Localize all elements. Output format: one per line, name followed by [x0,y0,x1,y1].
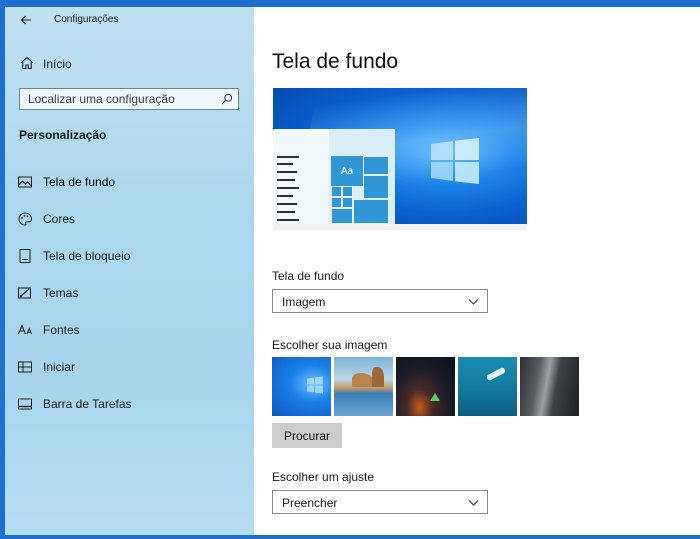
preview-tile [353,199,389,224]
swimmer-shape [485,366,507,382]
back-button[interactable] [17,11,35,29]
preview-tile [342,197,353,208]
preview-list-line [277,179,295,181]
themes-icon [18,287,31,299]
preview-start-list [273,129,329,230]
title-bar: Configurações [5,7,254,33]
preview-list-line [277,219,299,221]
main-content: Tela de fundo Aa Tela de fundo Imagem Es… [254,7,700,535]
thumbnail-beach-rocks[interactable] [334,357,393,416]
home-label: Início [43,57,72,71]
fit-label: Escolher um ajuste [272,470,375,484]
picture-icon [18,176,32,188]
search-box [19,88,239,110]
preview-list-line [277,171,297,173]
sidebar-item-label: Cores [43,212,76,226]
app-title: Configurações [54,14,119,25]
sidebar-item-label: Temas [43,286,79,300]
palette-icon [18,212,33,226]
choose-image-label: Escolher sua imagem [272,338,388,352]
preview-list-line [277,195,293,197]
preview-tile [331,208,353,224]
fit-value: Preencher [282,496,338,510]
sidebar-item-themes[interactable]: Temas [5,278,254,315]
background-type-dropdown[interactable]: Imagem [272,289,488,313]
windows-logo-icon [431,138,479,184]
background-preview: Aa [273,88,527,230]
preview-list-line [277,211,295,213]
preview-tile-aa: Aa [331,156,363,186]
sidebar-item-start[interactable]: Iniciar [5,352,254,389]
section-title: Personalização [19,128,107,142]
page-title: Tela de fundo [272,50,399,73]
sidebar-item-label: Fontes [43,323,80,337]
thumbnail-underwater-swimmer[interactable] [458,357,517,416]
thumbnail-windows-default[interactable] [272,357,331,416]
preview-tile [331,197,342,208]
preview-list-line [277,187,299,189]
preview-tile [342,186,353,197]
preview-tile [363,175,389,199]
fit-dropdown[interactable]: Preencher [272,490,488,514]
sidebar-item-label: Barra de Tarefas [43,397,132,411]
sidebar-item-colors[interactable]: Cores [5,204,254,241]
preview-tile [331,186,342,197]
search-icon[interactable] [221,93,233,105]
background-type-value: Imagem [282,295,326,309]
preview-list-line [277,163,293,165]
preview-list-line [277,156,299,158]
home-icon [20,56,34,70]
sidebar-item-fonts[interactable]: Fontes [5,315,254,352]
sidebar-item-label: Iniciar [43,360,76,374]
sidebar-item-label: Tela de fundo [43,175,116,189]
background-label: Tela de fundo [272,269,345,283]
preview-taskbar [273,224,527,230]
chevron-down-icon [468,299,479,305]
tent-shape [430,393,440,401]
browse-button[interactable]: Procurar [272,423,342,448]
sidebar-item-label: Tela de bloqueio [43,249,131,263]
preview-list-line [277,203,297,205]
sidebar-item-taskbar[interactable]: Barra de Tarefas [5,389,254,426]
search-input[interactable] [20,89,224,109]
settings-window: Configurações Início Personalização Tel [5,7,700,535]
chevron-down-icon [468,500,479,506]
sidebar-item-lock-screen[interactable]: Tela de bloqueio [5,241,254,278]
rock-formation [352,373,374,387]
back-arrow-icon [20,15,31,25]
sidebar-item-background[interactable]: Tela de fundo [5,167,254,204]
sidebar: Configurações Início Personalização Tel [5,7,254,535]
fonts-icon [17,324,33,335]
thumbnail-night-camp[interactable] [396,357,455,416]
sidebar-nav: Tela de fundo Cores Tela de bloqueio Tem… [5,167,254,426]
lock-screen-icon [19,249,31,263]
start-icon [18,361,32,373]
windows-logo-icon [307,376,323,394]
thumbnail-rock-cliff[interactable] [520,357,579,416]
preview-tile [363,156,389,175]
rock-formation [372,367,384,387]
home-link[interactable]: Início [5,51,254,77]
taskbar-icon [18,398,32,410]
